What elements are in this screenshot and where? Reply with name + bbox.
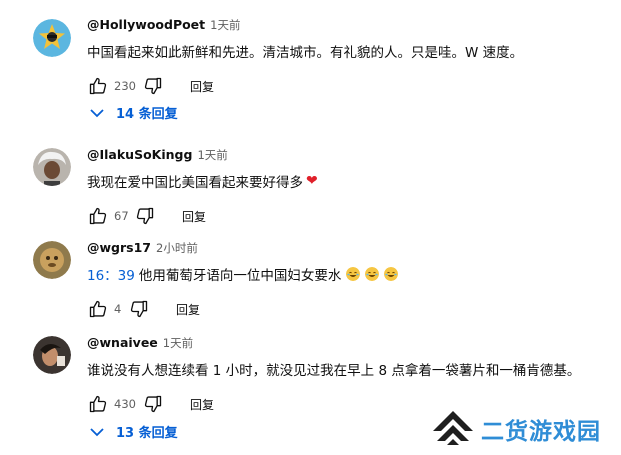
replies-count-label: 14 条回复 [116,107,178,122]
comment-text: 谁说没有人想连续看 1 小时，就没见过我在早上 8 点拿着一袋薯片和一桶肯德基。 [87,363,581,379]
comment-body: @wnaivee 1天前 谁说没有人想连续看 1 小时，就没见过我在早上 8 点… [87,335,580,416]
comment-actions: 67 回复 [87,204,318,228]
like-button[interactable] [87,298,109,320]
dislike-button[interactable] [128,298,150,320]
comment-time[interactable]: 1天前 [163,335,193,351]
author-name[interactable]: @wnaivee [87,335,158,350]
comment-actions: 4 回复 [87,297,398,321]
watermark: 二货游戏园 [431,407,601,451]
comment-header: @IlakuSoKingg 1天前 [87,147,318,165]
dislike-button[interactable] [142,393,164,415]
comment-header: @HollywoodPoet 1天前 [87,17,523,35]
comment-text-content: 我现在爱中国比美国看起来要好得多 [87,175,303,191]
avatar[interactable] [33,336,71,374]
like-button[interactable] [87,205,109,227]
dislike-icon [136,207,154,225]
laughing-emoji [346,267,361,281]
dislike-icon [144,77,162,95]
comment-text-content: 他用葡萄牙语向一位中国妇女要水 [138,268,342,284]
comment-text: 中国看起来如此新鲜和先进。清洁城市。有礼貌的人。只是哇。W 速度。 [87,45,524,61]
like-icon [89,207,107,225]
like-icon [89,300,107,318]
comment-time[interactable]: 2小时前 [156,240,198,256]
replies-count-label: 13 条回复 [116,426,178,441]
laughing-emoji [384,267,399,281]
dislike-button[interactable] [142,75,164,97]
view-replies-button[interactable]: 14 条回复 [90,103,178,122]
comment-header: @wgrs17 2小时前 [87,240,398,258]
avatar[interactable] [33,148,71,186]
like-button[interactable] [87,393,109,415]
like-icon [89,395,107,413]
laughing-emoji [365,267,380,281]
comment-header: @wnaivee 1天前 [87,335,580,353]
watermark-logo-icon [433,411,473,445]
chevron-down-icon [90,108,104,117]
reply-button[interactable]: 回复 [190,396,214,413]
dislike-icon [144,395,162,413]
comment-body: @IlakuSoKingg 1天前 我现在爱中国比美国看起来要好得多 ❤ 67 … [87,147,318,228]
video-timestamp-link[interactable]: 16：39 [87,264,135,284]
like-count: 67 [114,209,129,223]
comment-time[interactable]: 1天前 [210,17,240,33]
like-button[interactable] [87,75,109,97]
reply-button[interactable]: 回复 [176,301,200,318]
comment-time[interactable]: 1天前 [197,147,227,163]
avatar[interactable] [33,241,71,279]
view-replies-button[interactable]: 13 条回复 [90,422,178,441]
reply-button[interactable]: 回复 [190,78,214,95]
author-name[interactable]: @IlakuSoKingg [87,147,192,162]
comment-text: 16：39 他用葡萄牙语向一位中国妇女要水 [87,264,399,284]
author-name[interactable]: @wgrs17 [87,240,151,255]
like-count: 430 [114,397,136,411]
dislike-button[interactable] [134,205,156,227]
like-icon [89,77,107,95]
author-name[interactable]: @HollywoodPoet [87,17,205,32]
like-count: 230 [114,79,136,93]
heart-emoji: ❤ [306,173,318,189]
comment-body: @HollywoodPoet 1天前 中国看起来如此新鲜和先进。清洁城市。有礼貌… [87,17,523,98]
watermark-text: 二货游戏园 [481,419,601,445]
like-count: 4 [114,302,122,316]
comment-body: @wgrs17 2小时前 16：39 他用葡萄牙语向一位中国妇女要水 4 回复 [87,240,399,321]
dislike-icon [130,300,148,318]
avatar[interactable] [33,19,71,57]
chevron-down-icon [90,427,104,436]
reply-button[interactable]: 回复 [182,208,206,225]
comment-actions: 230 回复 [87,74,523,98]
comment-text: 我现在爱中国比美国看起来要好得多 ❤ [87,171,318,191]
